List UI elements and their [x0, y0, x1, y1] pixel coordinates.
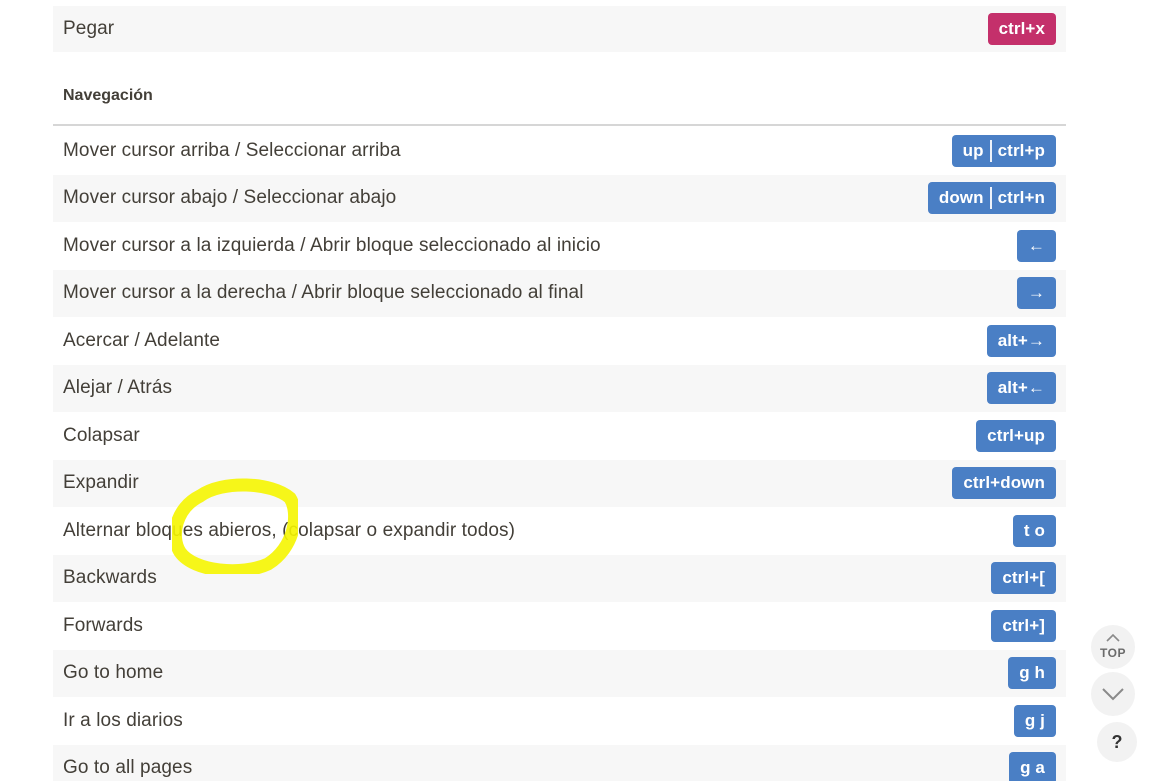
shortcut-row: Ir a los diarios g j [53, 697, 1066, 745]
shortcut-keys: ctrl+x [987, 13, 1056, 45]
shortcut-key: ← [1027, 235, 1045, 255]
shortcut-label: Acercar / Adelante [63, 329, 221, 351]
shortcut-keys: g j [1013, 704, 1056, 737]
shortcut-label: Mover cursor abajo / Seleccionar abajo [63, 187, 397, 209]
shortcut-key: alt+← [997, 378, 1045, 398]
key-separator [989, 139, 992, 162]
key-separator [989, 187, 992, 210]
shortcut-label: Mover cursor a la derecha / Abrir bloque… [63, 282, 584, 304]
shortcut-row: Colapsar ctrl+up [53, 412, 1066, 460]
help-button[interactable]: ? [1097, 722, 1137, 762]
shortcut-label: Backwards [63, 567, 157, 589]
shortcuts-table: Mover cursor arriba / Seleccionar arriba… [53, 127, 1066, 781]
shortcut-keys: down ctrl+n [927, 182, 1056, 215]
shortcut-key: ctrl+] [1002, 615, 1045, 635]
scroll-top-label: TOP [1100, 646, 1126, 660]
shortcut-row: Alejar / Atrás alt+← [53, 364, 1066, 412]
shortcut-key: ctrl+[ [1002, 568, 1045, 588]
shortcut-label: Mover cursor a la izquierda / Abrir bloq… [63, 234, 601, 256]
shortcut-key: g h [1019, 663, 1045, 683]
shortcut-row: Go to all pages g a [53, 744, 1066, 781]
shortcut-label: Forwards [63, 614, 143, 636]
section-divider [53, 124, 1066, 126]
shortcut-key: ctrl+n [997, 188, 1045, 208]
shortcut-row: Forwards ctrl+] [53, 602, 1066, 650]
shortcut-label: Pegar [63, 18, 115, 39]
shortcut-row: Go to home g h [53, 649, 1066, 697]
shortcut-label: Mover cursor arriba / Seleccionar arriba [63, 139, 401, 161]
shortcut-key: down [938, 188, 984, 208]
shortcut-key: g j [1024, 710, 1045, 730]
shortcut-keys: t o [1012, 514, 1056, 547]
shortcut-key: ctrl+p [997, 140, 1045, 160]
shortcut-keys: alt+← [986, 372, 1056, 405]
shortcut-label: Alternar bloques abieros, (colapsar o ex… [63, 519, 516, 541]
help-icon: ? [1111, 731, 1123, 752]
shortcut-row: Mover cursor a la izquierda / Abrir bloq… [53, 222, 1066, 270]
shortcut-row: Acercar / Adelante alt+→ [53, 317, 1066, 365]
shortcut-key: ctrl+up [987, 425, 1045, 445]
shortcut-row: Backwards ctrl+[ [53, 554, 1066, 602]
shortcut-label: Colapsar [63, 424, 140, 446]
shortcut-row-paste: Pegar ctrl+x [53, 6, 1066, 52]
scroll-down-button[interactable] [1091, 672, 1135, 716]
shortcut-keys: ctrl+[ [991, 562, 1056, 595]
scroll-top-button[interactable]: TOP [1091, 625, 1135, 669]
shortcut-keys: up ctrl+p [951, 134, 1056, 167]
shortcut-keys: alt+→ [986, 324, 1056, 357]
shortcut-keys: ctrl+] [991, 609, 1056, 642]
section-title: Navegación [63, 87, 153, 104]
shortcut-key: ctrl+x [998, 19, 1045, 38]
shortcut-row: Mover cursor arriba / Seleccionar arriba… [53, 127, 1066, 175]
shortcut-row: Mover cursor a la derecha / Abrir bloque… [53, 269, 1066, 317]
shortcut-label: Expandir [63, 472, 139, 494]
shortcut-keys: ← [1016, 229, 1056, 262]
shortcut-keys: ctrl+down [952, 467, 1056, 500]
shortcuts-page: Pegar ctrl+x Navegación Mover cursor arr… [0, 0, 1149, 781]
shortcut-keys: → [1016, 277, 1056, 310]
shortcut-row: Mover cursor abajo / Seleccionar abajo do… [53, 174, 1066, 222]
shortcut-key: alt+→ [997, 330, 1045, 350]
shortcut-key: g a [1020, 758, 1045, 778]
shortcut-label: Alejar / Atrás [63, 377, 173, 399]
chevron-down-icon [1102, 688, 1124, 701]
shortcut-key: up [962, 140, 984, 160]
shortcut-label: Go to home [63, 662, 164, 684]
shortcut-label: Go to all pages [63, 757, 193, 779]
shortcut-row: Expandir ctrl+down [53, 459, 1066, 507]
chevron-up-icon [1106, 634, 1120, 642]
shortcut-key: ctrl+down [963, 473, 1045, 493]
shortcut-key: → [1027, 283, 1045, 303]
shortcut-row: Alternar bloques abieros, (colapsar o ex… [53, 507, 1066, 555]
shortcut-key: t o [1023, 520, 1045, 540]
shortcut-keys: g a [1009, 752, 1056, 781]
shortcut-label: Ir a los diarios [63, 709, 183, 731]
shortcut-keys: ctrl+up [976, 419, 1056, 452]
shortcut-keys: g h [1008, 657, 1056, 690]
